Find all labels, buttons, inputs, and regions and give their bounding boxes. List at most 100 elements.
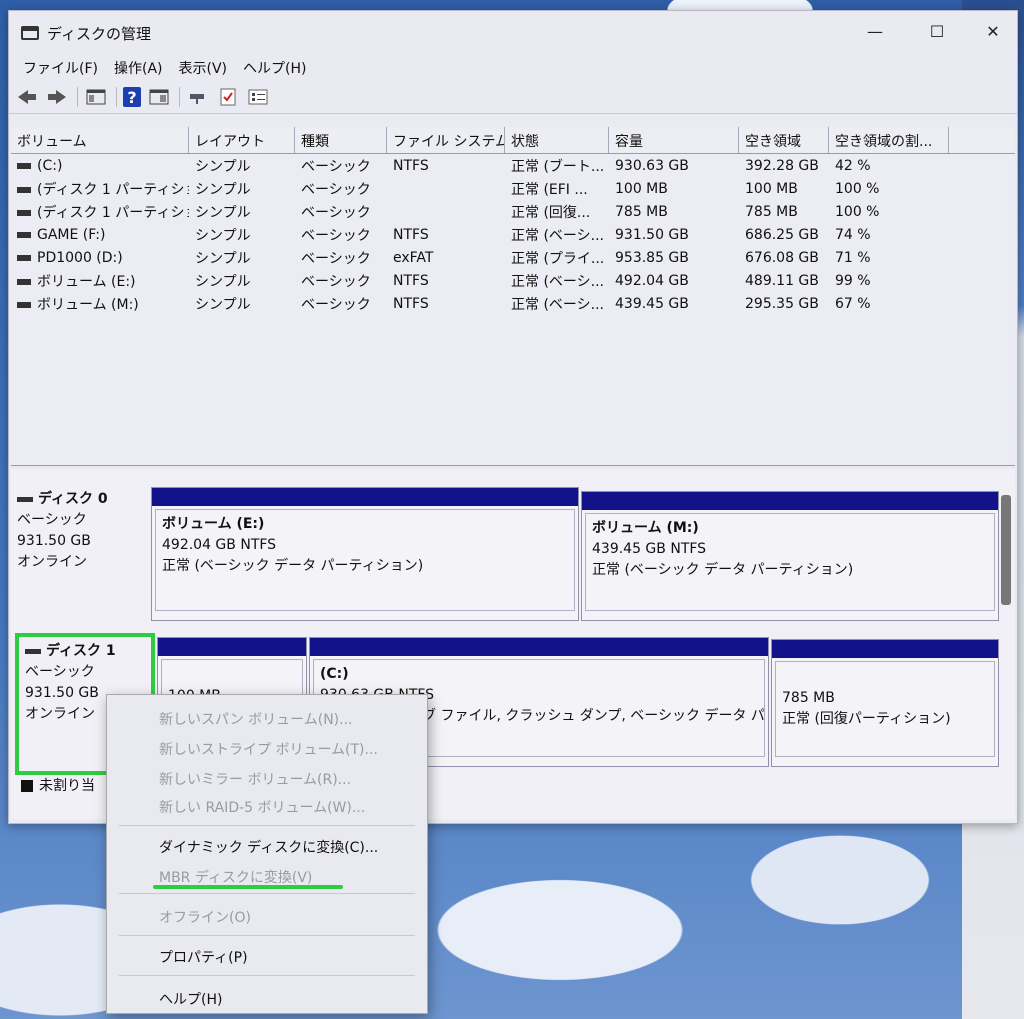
menu-separator <box>119 975 415 976</box>
partition-m-status: 正常 (ベーシック データ パーティション) <box>592 562 854 578</box>
table-row[interactable]: GAME (F:) シンプル ベーシック NTFS 正常 (ベーシ... 931… <box>11 223 1015 246</box>
volume-icon <box>17 209 31 216</box>
volume-name: (ディスク 1 パーティショ... <box>37 181 189 198</box>
volume-icon <box>17 231 31 238</box>
partition-bar <box>152 488 578 506</box>
capacity-cell: 492.04 GB <box>615 272 689 289</box>
partition-c-name: (C:) <box>320 666 349 682</box>
window-title: ディスクの管理 <box>47 24 151 43</box>
table-row[interactable]: PD1000 (D:) シンプル ベーシック exFAT 正常 (プライ... … <box>11 246 1015 269</box>
type-cell: ベーシック <box>301 204 371 221</box>
type-cell: ベーシック <box>301 158 371 175</box>
table-row[interactable]: ボリューム (M:) シンプル ベーシック NTFS 正常 (ベーシ... 43… <box>11 292 1015 315</box>
forward-arrow-icon[interactable] <box>45 86 69 108</box>
menu-convert-mbr[interactable]: MBR ディスクに変換(V) <box>159 867 312 887</box>
volume-name: GAME (F:) <box>37 226 106 243</box>
menu-file[interactable]: ファイル(F) <box>15 58 106 78</box>
menu-offline[interactable]: オフライン(O) <box>159 907 251 927</box>
volume-name: ボリューム (E:) <box>37 273 136 290</box>
partition-bar <box>310 638 768 656</box>
table-row[interactable]: (C:) シンプル ベーシック NTFS 正常 (ブート... 930.63 G… <box>11 154 1015 177</box>
free-cell: 489.11 GB <box>745 272 819 289</box>
capacity-cell: 439.45 GB <box>615 295 689 312</box>
volume-icon <box>17 278 31 285</box>
menu-help[interactable]: ヘルプ(H) <box>235 58 314 78</box>
type-cell: ベーシック <box>301 273 371 290</box>
volume-list: ボリューム レイアウト 種類 ファイル システム 状態 容量 空き領域 空き領域… <box>11 127 1015 466</box>
checklist-icon[interactable] <box>216 86 240 108</box>
menu-new-mirrored-volume[interactable]: 新しいミラー ボリューム(R)... <box>159 769 351 789</box>
menu-new-striped-volume[interactable]: 新しいストライプ ボリューム(T)... <box>159 739 378 759</box>
disk-icon <box>17 496 33 502</box>
layout-cell: シンプル <box>195 296 251 313</box>
disk-0-name: ディスク 0 <box>38 491 108 507</box>
minimize-button[interactable]: — <box>847 11 903 51</box>
percent-cell: 99 % <box>835 272 871 289</box>
menu-new-raid5-volume[interactable]: 新しい RAID-5 ボリューム(W)... <box>159 797 365 817</box>
free-cell: 686.25 GB <box>745 226 819 243</box>
column-capacity[interactable]: 容量 <box>609 127 739 153</box>
column-percent-free[interactable]: 空き領域の割... <box>829 127 949 153</box>
volume-icon <box>17 162 31 169</box>
free-cell: 295.35 GB <box>745 295 819 312</box>
title-bar: ディスクの管理 — ☐ ✕ <box>9 11 1017 55</box>
table-row[interactable]: ボリューム (E:) シンプル ベーシック NTFS 正常 (ベーシ... 49… <box>11 269 1015 292</box>
partition-e[interactable]: ボリューム (E:) 492.04 GB NTFS 正常 (ベーシック データ … <box>151 487 579 621</box>
status-cell: 正常 (ベーシ... <box>511 273 604 290</box>
status-cell: 正常 (ベーシ... <box>511 227 604 244</box>
list-view-icon[interactable] <box>246 86 270 108</box>
close-button[interactable]: ✕ <box>971 11 1015 51</box>
volume-icon <box>17 186 31 193</box>
volume-list-header: ボリューム レイアウト 種類 ファイル システム 状態 容量 空き領域 空き領域… <box>11 127 1015 154</box>
disk-0-size: 931.50 GB <box>17 533 91 549</box>
partition-bar <box>772 640 998 658</box>
toolbar-separator <box>179 87 180 107</box>
fs-cell: NTFS <box>393 295 429 312</box>
capacity-cell: 100 MB <box>615 180 668 197</box>
column-layout[interactable]: レイアウト <box>189 127 295 153</box>
layout-cell: シンプル <box>195 158 251 175</box>
connect-icon[interactable] <box>186 86 210 108</box>
partition-recovery-status: 正常 (回復パーティション) <box>782 711 951 727</box>
console-tree-icon[interactable] <box>84 86 108 108</box>
volume-name: ボリューム (M:) <box>37 296 139 313</box>
legend-swatch <box>21 780 33 792</box>
disk-0-label[interactable]: ディスク 0 ベーシック 931.50 GB オンライン <box>17 489 147 573</box>
volume-name: (C:) <box>37 157 63 174</box>
menu-new-spanned-volume[interactable]: 新しいスパン ボリューム(N)... <box>159 709 352 729</box>
partition-m[interactable]: ボリューム (M:) 439.45 GB NTFS 正常 (ベーシック データ … <box>581 491 999 621</box>
maximize-button[interactable]: ☐ <box>909 11 965 51</box>
column-type[interactable]: 種類 <box>295 127 387 153</box>
column-status[interactable]: 状態 <box>505 127 609 153</box>
partition-e-size: 492.04 GB NTFS <box>162 537 277 553</box>
capacity-cell: 931.50 GB <box>615 226 689 243</box>
free-cell: 785 MB <box>745 203 798 220</box>
column-file-system[interactable]: ファイル システム <box>387 127 505 153</box>
percent-cell: 74 % <box>835 226 871 243</box>
back-arrow-icon[interactable] <box>15 86 39 108</box>
partition-e-name: ボリューム (E:) <box>162 516 265 532</box>
column-free-space[interactable]: 空き領域 <box>739 127 829 153</box>
menu-properties[interactable]: プロパティ(P) <box>159 947 248 967</box>
free-cell: 392.28 GB <box>745 157 819 174</box>
capacity-cell: 930.63 GB <box>615 157 689 174</box>
table-row[interactable]: (ディスク 1 パーティショ... シンプル ベーシック 正常 (EFI ...… <box>11 177 1015 200</box>
volume-name: (ディスク 1 パーティショ... <box>37 204 189 221</box>
fs-cell: NTFS <box>393 226 429 243</box>
column-volume[interactable]: ボリューム <box>11 127 189 153</box>
partition-recovery-size: 785 MB <box>782 690 835 706</box>
vertical-scrollbar[interactable] <box>1001 495 1011 605</box>
help-icon[interactable]: ? <box>123 87 141 107</box>
menu-view[interactable]: 表示(V) <box>171 58 236 78</box>
menu-action[interactable]: 操作(A) <box>106 58 171 78</box>
percent-cell: 67 % <box>835 295 871 312</box>
menu-help-item[interactable]: ヘルプ(H) <box>159 989 222 1009</box>
partition-recovery[interactable]: 785 MB 正常 (回復パーティション) <box>771 639 999 767</box>
partition-m-name: ボリューム (M:) <box>592 520 699 536</box>
table-row[interactable]: (ディスク 1 パーティショ... シンプル ベーシック 正常 (回復... 7… <box>11 200 1015 223</box>
toolbar-separator <box>116 87 117 107</box>
menu-convert-dynamic[interactable]: ダイナミック ディスクに変換(C)... <box>159 837 378 857</box>
menu-separator <box>119 935 415 936</box>
layout-cell: シンプル <box>195 250 251 267</box>
properties-pane-icon[interactable] <box>147 86 171 108</box>
